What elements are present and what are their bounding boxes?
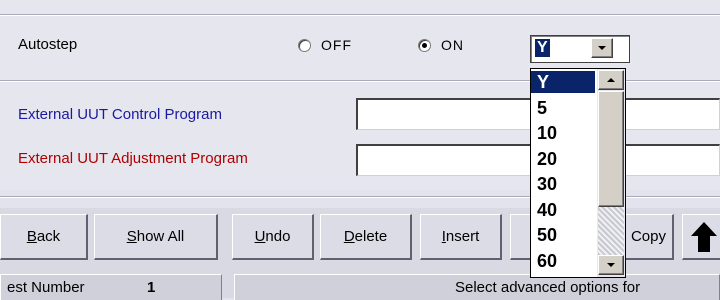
dropdown-option[interactable]: 20 <box>531 148 595 170</box>
back-button[interactable]: Back <box>0 214 88 260</box>
undo-button[interactable]: Undo <box>232 214 314 260</box>
autostep-dropdown-list[interactable]: Y 5 10 20 30 40 50 60 <box>530 68 626 278</box>
dropdown-option[interactable]: 60 <box>531 250 595 272</box>
top-divider-highlight <box>0 15 720 16</box>
dropdown-option[interactable]: 40 <box>531 199 595 221</box>
status-message: Select advanced options for <box>455 279 641 296</box>
test-number-cell: est Number 1 <box>0 274 222 300</box>
show-all-label: how All <box>136 228 185 245</box>
dropdown-option[interactable]: 50 <box>531 224 595 246</box>
autostep-on-label: ON <box>441 37 464 53</box>
dropdown-option[interactable]: Y <box>531 71 595 93</box>
scroll-up-button[interactable] <box>598 70 624 90</box>
copy-button[interactable]: Copy <box>622 214 674 260</box>
autostep-combo[interactable]: Y <box>530 35 630 63</box>
dropdown-option[interactable]: 10 <box>531 122 595 144</box>
up-arrow-icon <box>690 221 717 252</box>
radio-on-dot <box>422 42 427 48</box>
chevron-up-icon <box>607 78 615 82</box>
radio-on-circle <box>418 38 431 52</box>
dropdown-option[interactable]: 5 <box>531 97 595 119</box>
autostep-combo-value: Y <box>535 39 550 57</box>
external-adjustment-label: External UUT Adjustment Program <box>18 150 248 167</box>
autostep-label: Autostep <box>18 36 78 53</box>
delete-accel: D <box>343 228 355 245</box>
test-number-value: 1 <box>147 279 156 296</box>
status-message-cell: Select advanced options for <box>234 274 720 300</box>
show-all-button[interactable]: Show All <box>94 214 218 260</box>
dropdown-scrollbar[interactable] <box>597 69 625 277</box>
autostep-on-radio[interactable]: ON <box>418 34 488 56</box>
undo-label: ndo <box>265 228 291 245</box>
delete-label: elete <box>354 228 388 245</box>
up-arrow-button[interactable] <box>682 214 720 260</box>
scroll-track[interactable] <box>598 207 624 255</box>
chevron-down-icon <box>607 263 615 267</box>
copy-label: Copy <box>630 228 666 245</box>
dropdown-option[interactable]: 30 <box>531 173 595 195</box>
insert-button[interactable]: Insert <box>420 214 502 260</box>
insert-label: nsert <box>445 228 480 245</box>
external-control-label: External UUT Control Program <box>18 106 222 123</box>
delete-button[interactable]: Delete <box>320 214 412 260</box>
autostep-off-label: OFF <box>321 37 352 53</box>
scroll-thumb[interactable] <box>598 91 624 207</box>
autostep-off-radio[interactable]: OFF <box>298 34 368 56</box>
back-accel: B <box>26 228 37 245</box>
undo-accel: U <box>254 228 266 245</box>
test-number-label: est Number <box>7 279 85 296</box>
radio-off-circle <box>298 38 311 52</box>
chevron-down-icon <box>598 46 606 50</box>
scroll-down-button[interactable] <box>598 255 624 275</box>
combo-dropdown-button[interactable] <box>591 38 613 58</box>
back-label: ack <box>36 228 61 245</box>
show-all-accel: S <box>126 228 137 245</box>
